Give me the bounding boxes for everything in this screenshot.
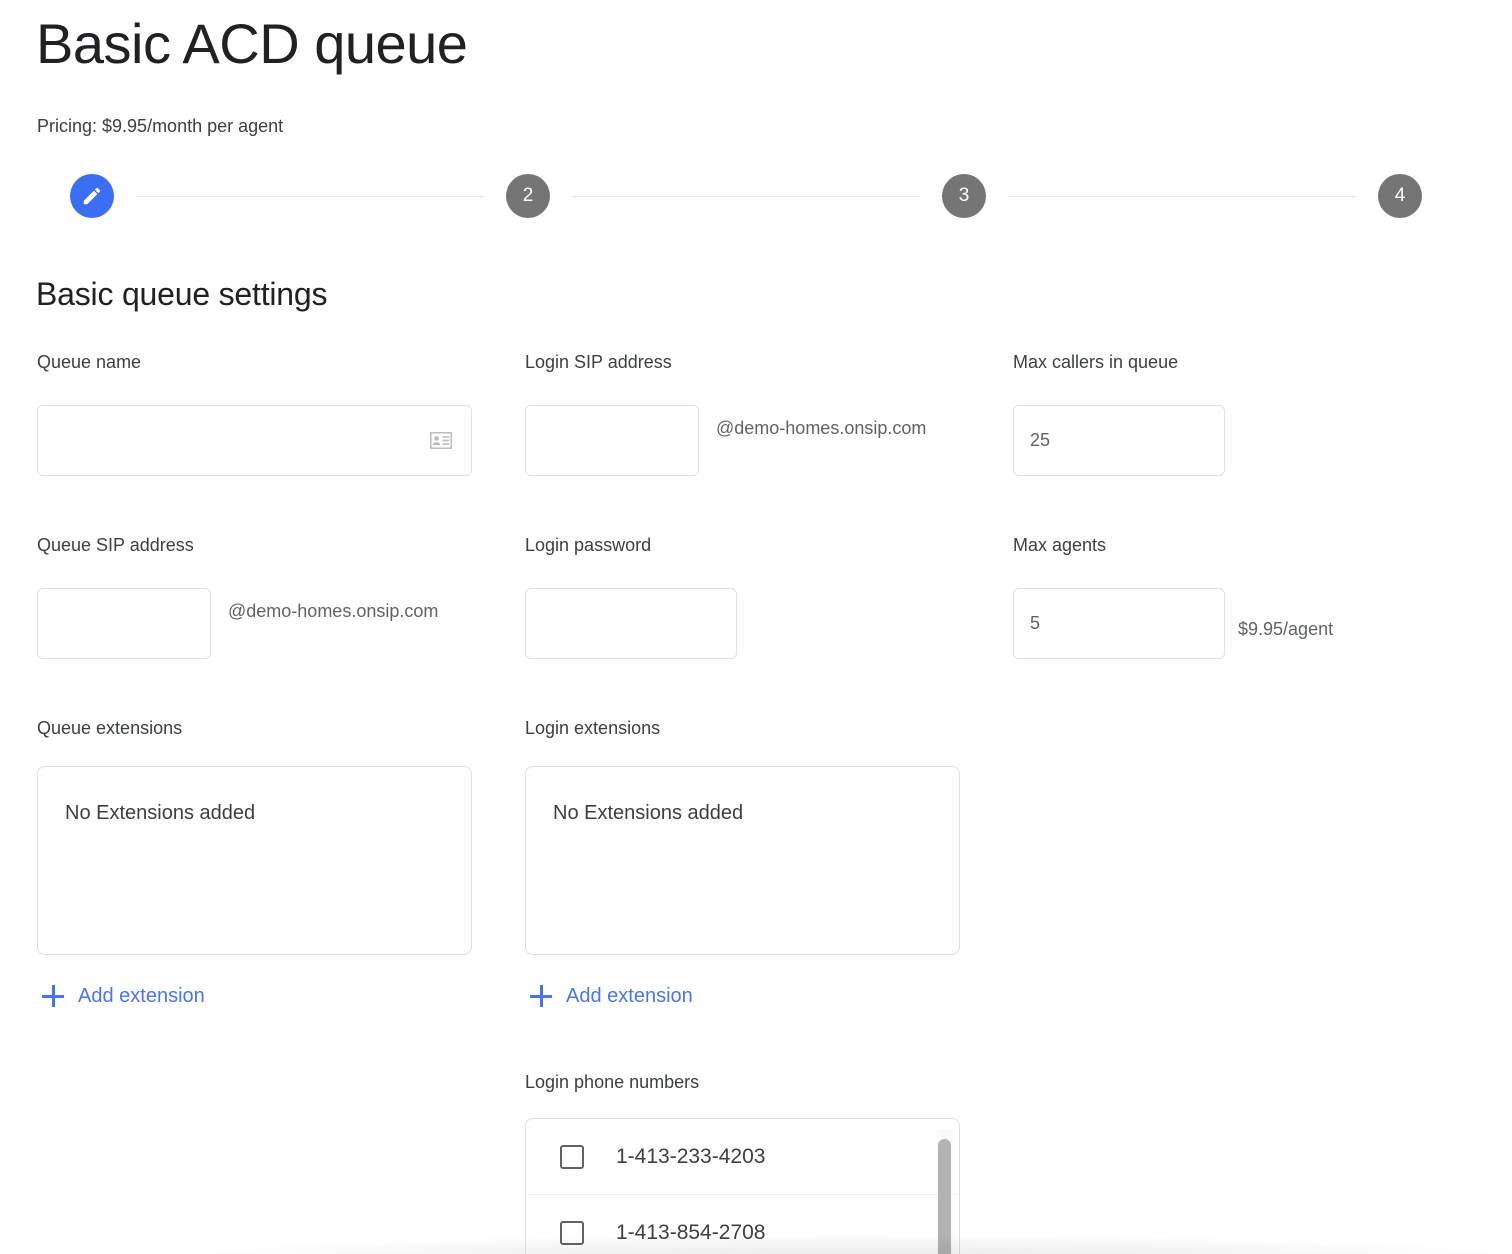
step-connector-3 xyxy=(1008,196,1356,197)
queue-sip-address-label: Queue SIP address xyxy=(37,533,194,557)
login-password-label: Login password xyxy=(525,533,651,557)
queue-name-label: Queue name xyxy=(37,350,141,374)
max-callers-value: 25 xyxy=(1030,430,1050,451)
login-sip-address-label: Login SIP address xyxy=(525,350,672,374)
step-2-indicator[interactable]: 2 xyxy=(506,174,550,218)
login-sip-domain-suffix: @demo-homes.onsip.com xyxy=(716,414,961,443)
queue-sip-domain-suffix: @demo-homes.onsip.com xyxy=(228,597,473,626)
max-agents-value: 5 xyxy=(1030,613,1040,634)
max-callers-input[interactable]: 25 xyxy=(1013,405,1225,476)
add-login-extension-button[interactable]: Add extension xyxy=(528,978,695,1014)
login-extensions-empty-text: No Extensions added xyxy=(526,767,959,827)
page-bottom-shadow xyxy=(150,1234,1512,1254)
queue-extensions-panel: No Extensions added xyxy=(37,766,472,955)
acd-queue-setup-page: Basic ACD queue Pricing: $9.95/month per… xyxy=(0,0,1512,1254)
login-extensions-panel: No Extensions added xyxy=(525,766,960,955)
queue-extensions-label: Queue extensions xyxy=(37,716,182,740)
queue-extensions-empty-text: No Extensions added xyxy=(38,767,471,827)
list-item[interactable]: 1-413-233-4203 xyxy=(526,1119,959,1195)
max-callers-label: Max callers in queue xyxy=(1013,350,1178,374)
login-phone-numbers-label: Login phone numbers xyxy=(525,1070,699,1094)
checkbox-icon[interactable] xyxy=(560,1145,584,1169)
max-agents-input[interactable]: 5 xyxy=(1013,588,1225,659)
stepper: 2 3 4 xyxy=(70,172,1422,220)
phone-number-text: 1-413-233-4203 xyxy=(616,1143,765,1171)
plus-icon xyxy=(42,985,64,1007)
queue-name-input[interactable] xyxy=(37,405,472,476)
login-password-input[interactable] xyxy=(525,588,737,659)
max-agents-price-note: $9.95/agent xyxy=(1238,615,1333,644)
queue-sip-address-input[interactable] xyxy=(37,588,211,659)
pencil-icon xyxy=(81,185,103,207)
plus-icon xyxy=(530,985,552,1007)
section-heading: Basic queue settings xyxy=(36,272,327,316)
page-title: Basic ACD queue xyxy=(36,8,467,80)
contact-card-icon[interactable] xyxy=(430,432,452,449)
step-connector-2 xyxy=(572,196,920,197)
add-queue-extension-button[interactable]: Add extension xyxy=(40,978,207,1014)
pricing-note: Pricing: $9.95/month per agent xyxy=(37,113,283,139)
max-agents-label: Max agents xyxy=(1013,533,1106,557)
login-sip-address-input[interactable] xyxy=(525,405,699,476)
step-1-indicator[interactable] xyxy=(70,174,114,218)
add-queue-extension-label: Add extension xyxy=(78,982,205,1010)
step-3-indicator[interactable]: 3 xyxy=(942,174,986,218)
add-login-extension-label: Add extension xyxy=(566,982,693,1010)
login-extensions-label: Login extensions xyxy=(525,716,660,740)
step-connector-1 xyxy=(136,196,484,197)
step-4-indicator[interactable]: 4 xyxy=(1378,174,1422,218)
